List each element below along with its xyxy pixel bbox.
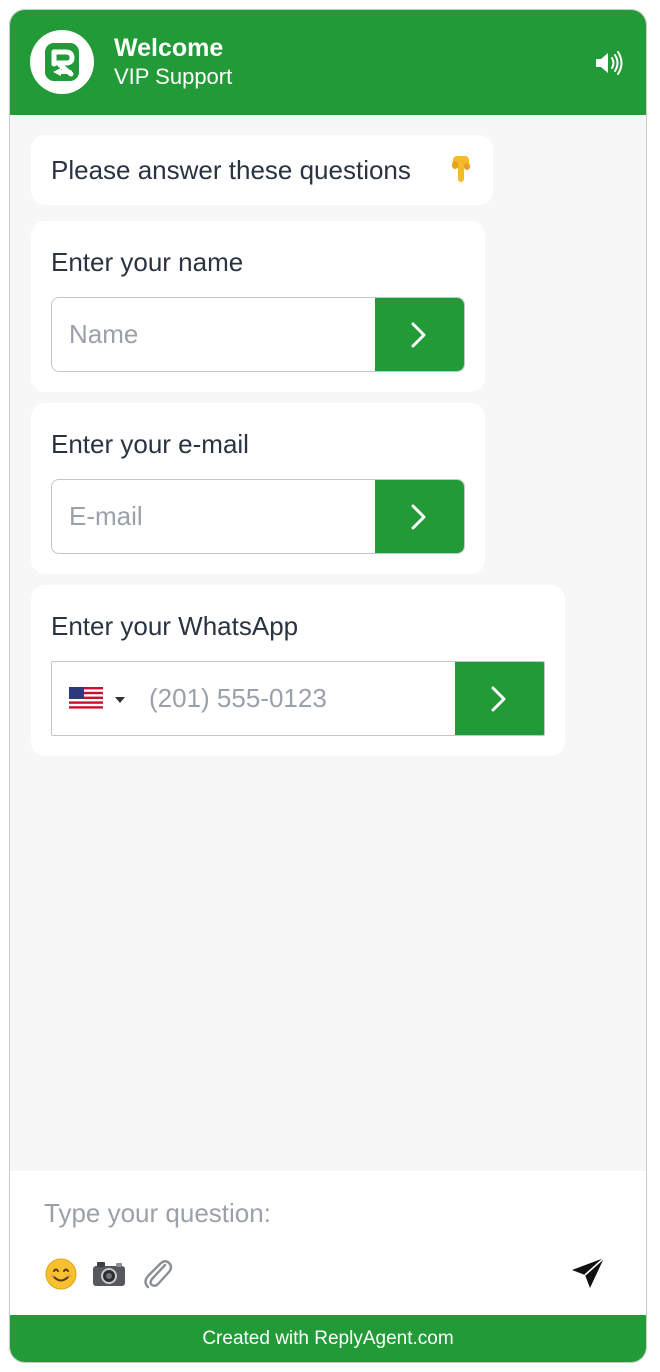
chevron-right-icon: [491, 686, 506, 712]
intro-message: Please answer these questions: [31, 135, 493, 205]
footer-text: Created with ReplyAgent.com: [202, 1328, 454, 1349]
email-label: Enter your e-mail: [51, 429, 249, 459]
chat-messages: Please answer these questions Enter your…: [10, 115, 646, 1171]
chat-header: Welcome VIP Support: [10, 10, 646, 115]
name-question-card: Enter your name: [31, 221, 485, 392]
name-input[interactable]: [52, 298, 377, 371]
chevron-right-icon: [411, 322, 426, 348]
name-submit-button[interactable]: [375, 298, 464, 371]
header-subtitle: VIP Support: [114, 64, 233, 89]
pointing-down-hand-icon: [452, 156, 470, 182]
whatsapp-input[interactable]: [132, 662, 452, 735]
paperclip-icon[interactable]: [140, 1257, 174, 1291]
smiley-emoji-icon[interactable]: [44, 1257, 78, 1291]
email-input-group: [51, 479, 465, 554]
whatsapp-label: Enter your WhatsApp: [51, 611, 299, 641]
us-flag-icon: [69, 687, 103, 711]
replyagent-logo-icon: [30, 30, 94, 94]
dropdown-caret-icon: [115, 697, 125, 703]
email-input[interactable]: [52, 480, 377, 553]
whatsapp-submit-button[interactable]: [455, 662, 544, 735]
send-button[interactable]: [570, 1256, 606, 1290]
question-input[interactable]: [44, 1191, 604, 1235]
email-question-card: Enter your e-mail: [31, 403, 485, 574]
footer-branding[interactable]: Created with ReplyAgent.com: [10, 1315, 646, 1362]
chevron-right-icon: [411, 504, 426, 530]
country-code-select[interactable]: [69, 686, 129, 714]
whatsapp-input-group: [51, 661, 545, 736]
name-label: Enter your name: [51, 247, 244, 277]
whatsapp-question-card: Enter your WhatsApp: [31, 585, 565, 756]
speaker-icon[interactable]: [594, 50, 624, 76]
header-title: Welcome: [114, 34, 224, 62]
paper-plane-icon: [572, 1257, 605, 1288]
camera-icon[interactable]: [92, 1257, 126, 1291]
email-submit-button[interactable]: [375, 480, 464, 553]
chat-widget: Welcome VIP Support Please answer these …: [9, 9, 647, 1363]
intro-text: Please answer these questions: [51, 155, 411, 185]
name-input-group: [51, 297, 465, 372]
message-composer: [10, 1171, 646, 1315]
